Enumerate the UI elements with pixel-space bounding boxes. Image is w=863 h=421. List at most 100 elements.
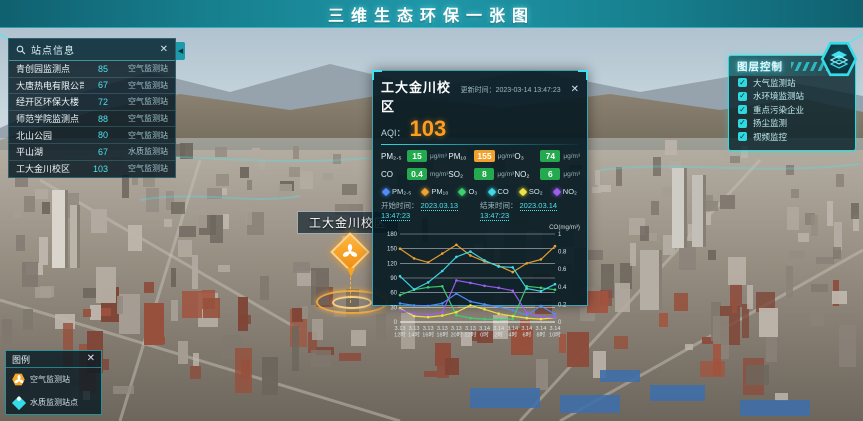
corner-accent <box>372 70 382 80</box>
layer-item[interactable]: ✓水环境监测站 <box>729 90 855 104</box>
checkbox-checked-icon[interactable]: ✓ <box>738 105 747 114</box>
station-type: 空气监测站 <box>116 163 168 174</box>
checkbox-checked-icon[interactable]: ✓ <box>738 132 747 141</box>
layer-item[interactable]: ✓ 大气监测站 <box>729 76 855 90</box>
close-icon[interactable]: ✕ <box>160 45 168 55</box>
station-row[interactable]: 平山湖67水质监测站 <box>9 144 175 161</box>
station-name: 平山湖 <box>16 145 84 158</box>
pollutant-unit: mg/m³ <box>430 171 448 178</box>
pollutant-label: NO₂ <box>514 170 540 179</box>
station-type: 空气监测站 <box>116 80 168 91</box>
legend-item[interactable]: PM₂.₅ <box>383 187 411 196</box>
layer-label: 大气监测站 <box>753 77 796 89</box>
checkbox-checked-icon[interactable]: ✓ <box>738 119 747 128</box>
pollutant-label: SO₂ <box>448 170 474 179</box>
svg-text:60: 60 <box>390 291 397 297</box>
legend-label: CO <box>498 187 509 196</box>
end-time: 结束时间：2023.03.14 13:47:23 <box>480 200 579 220</box>
pollutant-cell: SO₂8μg/m³ <box>448 168 514 180</box>
legend-label: 空气监测站 <box>30 374 70 385</box>
legend-item[interactable]: CO <box>489 187 509 196</box>
station-value: 67 <box>84 80 108 90</box>
pollutant-unit: μg/m³ <box>563 153 580 160</box>
pollutant-cell: PM₁₀155μg/m³ <box>448 150 514 162</box>
layers-hex-button[interactable] <box>820 40 858 78</box>
pollutant-label: PM₂.₅ <box>381 152 407 161</box>
station-type: 空气监测站 <box>116 113 168 124</box>
pollutant-unit: μg/m³ <box>497 171 514 178</box>
station-value: 72 <box>84 97 108 107</box>
svg-text:3.148时: 3.148时 <box>535 326 546 339</box>
pollutant-unit: μg/m³ <box>430 153 447 160</box>
station-list-header: 站点信息 ✕ <box>9 39 175 61</box>
legend-item[interactable]: O₃ <box>459 187 477 196</box>
pollutant-label: CO <box>381 170 407 179</box>
svg-text:0.8: 0.8 <box>558 250 567 256</box>
legend-label: NO₂ <box>563 187 577 196</box>
aqi-label: AQI： <box>381 126 406 139</box>
panel-collapse-tab[interactable]: ◀ <box>176 42 185 60</box>
search-icon[interactable] <box>16 45 26 55</box>
svg-text:150: 150 <box>387 247 398 253</box>
svg-text:3.1322时: 3.1322时 <box>465 326 477 339</box>
pollutant-value-badge: 155 <box>474 150 494 162</box>
fan-icon <box>14 375 24 385</box>
station-list-title: 站点信息 <box>31 42 160 57</box>
legend-item[interactable]: PM₁₀ <box>422 187 448 196</box>
station-row[interactable]: 青创园监测点85空气监测站 <box>9 61 175 78</box>
station-row[interactable]: 工大金川校区103空气监测站 <box>9 161 175 178</box>
close-icon[interactable]: ✕ <box>571 85 579 95</box>
station-value: 80 <box>84 130 108 140</box>
svg-text:30: 30 <box>390 305 397 311</box>
station-row[interactable]: 北山公园80空气监测站 <box>9 127 175 144</box>
checkbox-checked-icon[interactable]: ✓ <box>738 92 747 101</box>
pollutant-unit: μg/m³ <box>563 171 580 178</box>
layer-item[interactable]: ✓视频监控 <box>729 130 855 144</box>
time-range-row: 开始时间：2023.03.13 13:47:23 结束时间：2023.03.14… <box>381 200 579 220</box>
station-row[interactable]: 经开区环保大楼72空气监测站 <box>9 94 175 111</box>
station-row[interactable]: 大唐热电有限公司67空气监测站 <box>9 78 175 95</box>
station-type: 空气监测站 <box>116 130 168 141</box>
station-list-panel: 站点信息 ✕ 青创园监测点85空气监测站大唐热电有限公司67空气监测站经开区环保… <box>8 38 176 178</box>
page-title: 三维生态环保一张图 <box>328 2 535 26</box>
aqi-row: AQI： 103 <box>381 118 579 140</box>
svg-text:120: 120 <box>387 261 398 267</box>
pollutant-label: O₃ <box>514 152 540 161</box>
station-value: 88 <box>84 114 108 124</box>
checkbox-checked-icon[interactable]: ✓ <box>738 78 747 87</box>
close-icon[interactable]: ✕ <box>87 354 95 364</box>
map-legend-header: 图例 ✕ <box>6 351 101 368</box>
dot <box>16 395 22 401</box>
chart-legend: PM₂.₅ PM₁₀ O₃ CO SO₂ NO₂ <box>383 187 577 196</box>
pollutant-grid: PM₂.₅15μg/m³PM₁₀155μg/m³O₃74μg/m³CO0.4mg… <box>381 150 579 180</box>
layer-item[interactable]: ✓ 扬尘监测 <box>729 117 855 131</box>
legend-marker-icon <box>487 187 495 195</box>
station-value: 103 <box>84 164 108 174</box>
legend-marker-icon <box>519 187 527 195</box>
station-name: 青创园监测点 <box>16 62 84 75</box>
svg-text:3.1314时: 3.1314时 <box>408 326 420 339</box>
legend-marker-icon <box>421 187 429 195</box>
pollutant-value-badge: 15 <box>407 150 427 162</box>
station-row[interactable]: 师范学院监测点88空气监测站 <box>9 111 175 128</box>
legend-item[interactable]: NO₂ <box>554 187 577 196</box>
pollutant-cell: PM₂.₅15μg/m³ <box>381 150 448 162</box>
chart-container: 030609012015018000.20.40.60.81CO(mg/m³)3… <box>381 222 579 347</box>
svg-text:0.4: 0.4 <box>558 285 567 291</box>
pollutant-value-badge: 8 <box>474 168 494 180</box>
diamond-shape <box>11 395 25 409</box>
svg-text:3.1316时: 3.1316时 <box>422 326 434 339</box>
layer-list: ✓大气监测站✓水环境监测站✓重点污染企业✓扬尘监测✓视频监控 <box>729 76 855 144</box>
map-legend-title: 图例 <box>12 353 87 366</box>
legend-item[interactable]: SO₂ <box>520 187 543 196</box>
legend-item: 水质监测站点 <box>6 391 101 414</box>
layer-label: 扬尘监测 <box>753 117 787 129</box>
layer-item[interactable]: ✓重点污染企业 <box>729 103 855 117</box>
legend-label: O₃ <box>468 187 477 196</box>
map-legend-panel: 图例 ✕ 空气监测站水质监测站点 <box>5 350 102 415</box>
popup-title: 工大金川校区 <box>381 77 461 115</box>
pollutant-value-badge: 6 <box>540 168 560 180</box>
station-type: 水质监测站 <box>116 146 168 157</box>
pollutant-unit: μg/m³ <box>498 153 515 160</box>
svg-text:90: 90 <box>390 276 397 282</box>
